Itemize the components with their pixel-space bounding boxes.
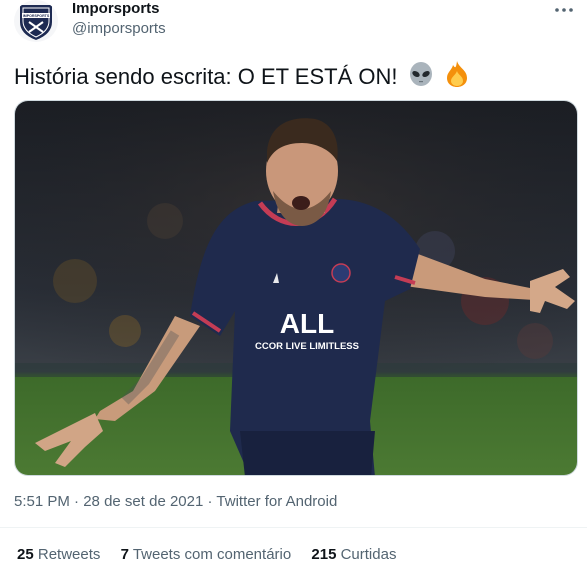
likes-stat[interactable]: 215 Curtidas [311, 546, 396, 563]
shield-logo-icon: IMPORSPORTS [20, 5, 52, 40]
shirt-sponsor-main: ALL [280, 308, 334, 339]
tweet-source[interactable]: Twitter for Android [216, 493, 337, 510]
retweets-stat[interactable]: 25 Retweets [17, 546, 100, 563]
tweet-photo[interactable]: ALL CCOR LIVE LIMITLESS [14, 100, 578, 476]
tweet-meta: 5:51 PM · 28 de set de 2021 · Twitter fo… [14, 493, 337, 510]
meta-separator-2: · [207, 493, 213, 510]
retweets-label: Retweets [37, 546, 101, 563]
avatar[interactable]: IMPORSPORTS [14, 0, 58, 42]
more-horizontal-icon[interactable] [554, 2, 574, 20]
author-display-name[interactable]: Imporsports [72, 0, 166, 18]
avatar-logo-text: IMPORSPORTS [23, 14, 50, 18]
tweet-body: História sendo escrita: O ET ESTÁ ON! [14, 64, 398, 89]
likes-label: Curtidas [340, 546, 397, 563]
divider-top [0, 527, 587, 528]
tweet-date[interactable]: 28 de set de 2021 [83, 493, 203, 510]
player-celebration-photo: ALL CCOR LIVE LIMITLESS [15, 101, 577, 475]
likes-count: 215 [311, 546, 337, 563]
tweet-header: IMPORSPORTS Imporsports @imporsports [14, 0, 574, 44]
retweets-count: 25 [17, 546, 34, 563]
fire-emoji-icon [444, 60, 470, 95]
tweet-text: História sendo escrita: O ET ESTÁ ON! [14, 60, 470, 95]
shirt-sponsor-sub: CCOR LIVE LIMITLESS [255, 341, 359, 352]
tweet-stats: 25 Retweets 7 Tweets com comentário 215 … [17, 546, 412, 563]
author-names: Imporsports @imporsports [72, 0, 166, 39]
quotes-count: 7 [120, 546, 129, 563]
alien-emoji-icon [408, 62, 434, 95]
quotes-label: Tweets com comentário [132, 546, 292, 563]
quotes-stat[interactable]: 7 Tweets com comentário [121, 546, 292, 563]
meta-separator-1: · [74, 493, 80, 510]
tweet-time[interactable]: 5:51 PM [14, 493, 70, 510]
author-handle[interactable]: @imporsports [72, 19, 166, 39]
